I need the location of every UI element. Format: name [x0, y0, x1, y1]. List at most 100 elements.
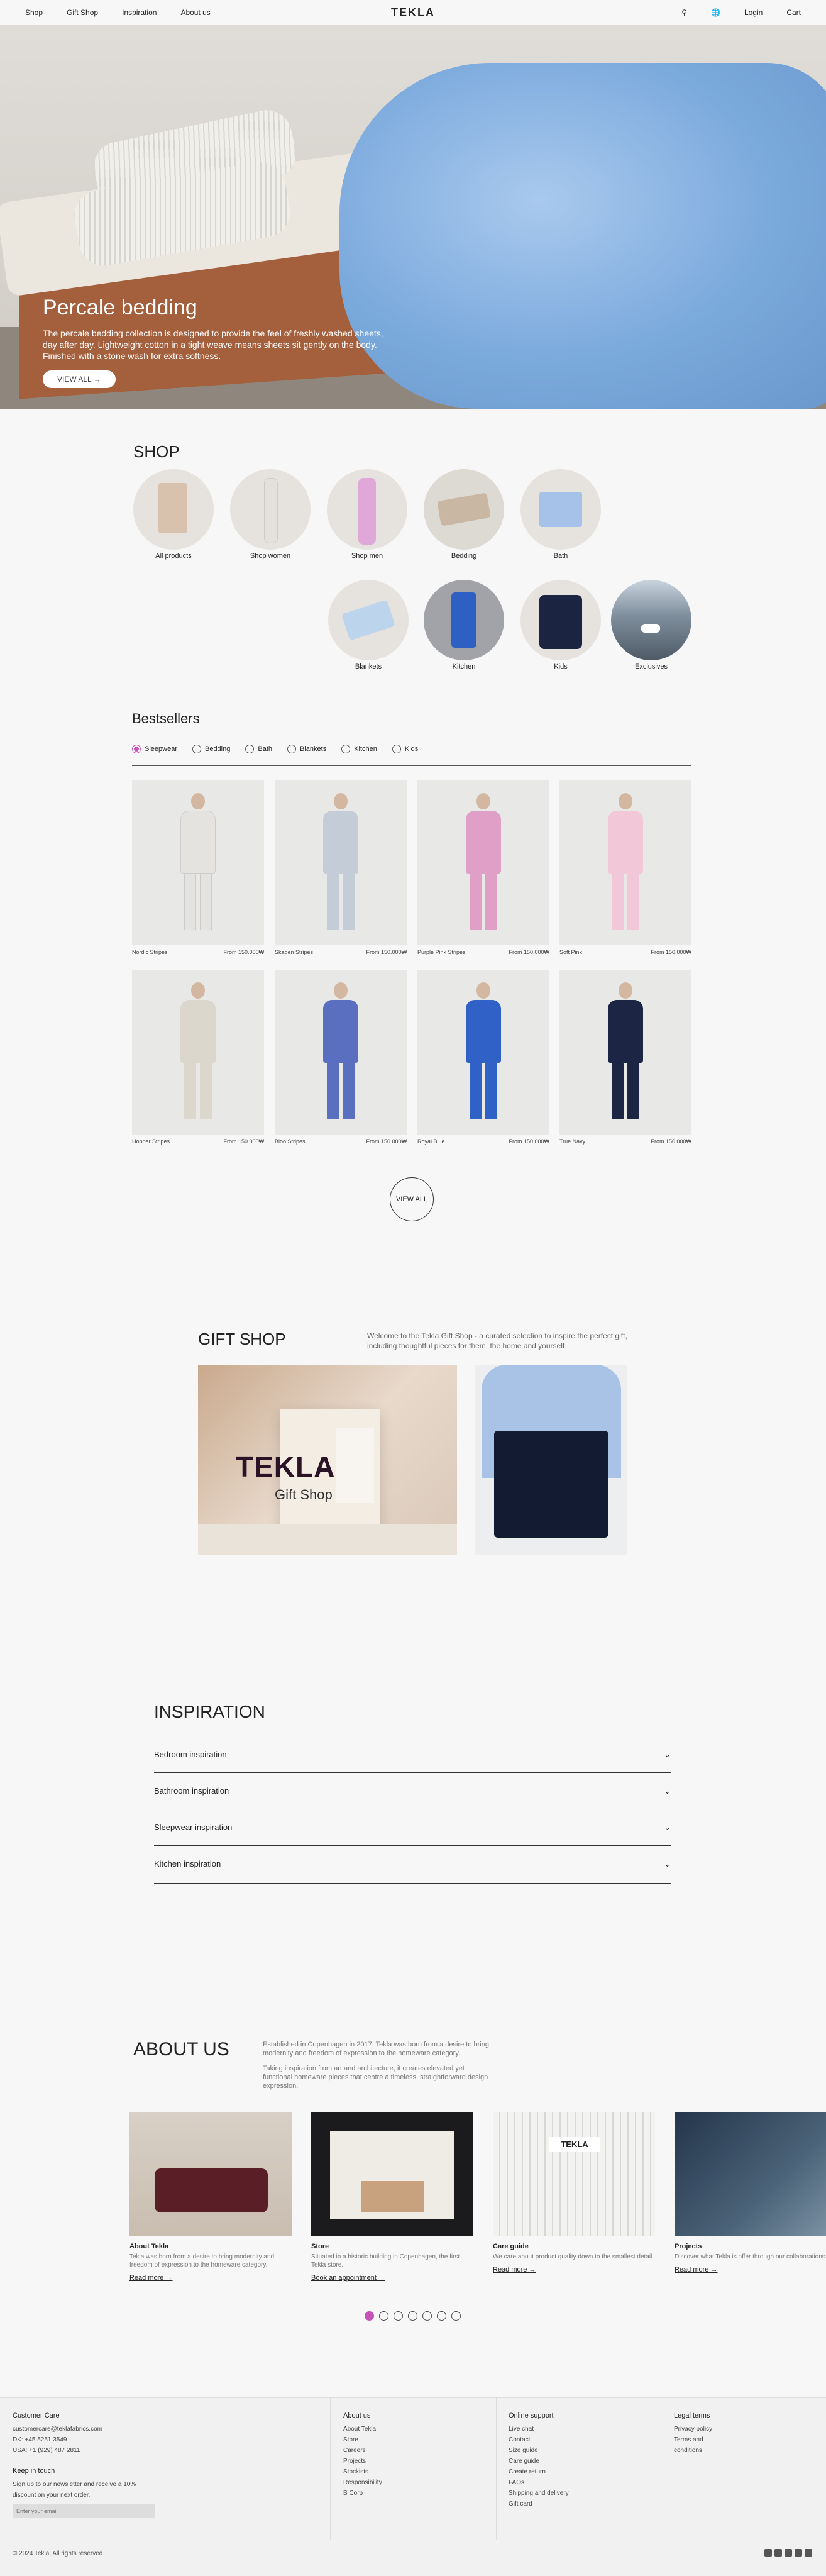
card-link[interactable]: Book an appointment →	[311, 2274, 385, 2282]
gift-sub-text: Gift Shop	[275, 1487, 333, 1502]
footer-link[interactable]: FAQs	[509, 2477, 569, 2488]
cart-link[interactable]: Cart	[786, 8, 801, 17]
accordion-bedroom[interactable]: Bedroom inspiration ⌄	[154, 1736, 671, 1772]
category-bath[interactable]: Bath	[519, 469, 602, 560]
category-all-products[interactable]: All products	[132, 469, 215, 560]
tab-blankets[interactable]: Blankets	[287, 745, 326, 753]
card-link[interactable]: Read more →	[675, 2266, 717, 2273]
footer-link[interactable]: Live chat	[509, 2424, 569, 2434]
site-header: Shop Gift Shop Inspiration About us TEKL…	[0, 0, 826, 25]
about-desc-paragraph: Established in Copenhagen in 2017, Tekla…	[263, 2041, 489, 2057]
globe-icon[interactable]: 🌐	[711, 8, 720, 17]
about-card[interactable]: About Tekla Tekla was born from a desire…	[129, 2112, 292, 2283]
category-shop-women[interactable]: Shop women	[229, 469, 312, 560]
gift-logo-text: TEKLA	[236, 1450, 336, 1483]
product-card[interactable]: Hopper Stripes From 150.000₩	[132, 970, 264, 1145]
globe-icon[interactable]	[805, 2549, 812, 2557]
newsletter-email-input[interactable]	[13, 2504, 155, 2518]
footer-link[interactable]: Store	[343, 2434, 382, 2445]
category-kitchen[interactable]: Kitchen	[422, 580, 505, 670]
footer-phone-usa[interactable]: USA: +1 (929) 487 2811	[13, 2445, 176, 2456]
footer-about: About us About Tekla Store Careers Proje…	[343, 2411, 382, 2499]
gift-shop-image[interactable]: TEKLA Gift Shop	[198, 1365, 457, 1555]
footer-email[interactable]: customercare@teklafabrics.com	[13, 2424, 176, 2434]
footer-link[interactable]: Responsibility	[343, 2477, 382, 2488]
category-bedding[interactable]: Bedding	[422, 469, 505, 560]
site-logo[interactable]: TEKLA	[391, 6, 435, 19]
product-card[interactable]: Royal Blue From 150.000₩	[417, 970, 549, 1145]
about-card[interactable]: Projects Discover what Tekla is offer th…	[675, 2112, 826, 2275]
product-card[interactable]: Soft Pink From 150.000₩	[559, 780, 691, 955]
card-link[interactable]: Read more →	[493, 2266, 536, 2273]
accordion-bathroom[interactable]: Bathroom inspiration ⌄	[154, 1772, 671, 1809]
carousel-dot[interactable]	[365, 2311, 374, 2321]
footer-heading: Customer Care	[13, 2412, 60, 2419]
carousel-dot[interactable]	[408, 2311, 417, 2321]
product-price: From 150.000₩	[223, 949, 264, 955]
category-exclusives[interactable]: Exclusives	[610, 580, 693, 670]
footer-link[interactable]: About Tekla	[343, 2424, 382, 2434]
product-card[interactable]: Purple Pink Stripes From 150.000₩	[417, 780, 549, 955]
product-card[interactable]: Nordic Stripes From 150.000₩	[132, 780, 264, 955]
footer-link[interactable]: Shipping and delivery	[509, 2488, 569, 2499]
pinterest-icon[interactable]	[774, 2549, 782, 2557]
nav-gift-shop[interactable]: Gift Shop	[67, 8, 98, 17]
accordion-label: Bedroom inspiration	[154, 1750, 227, 1759]
footer-link[interactable]: Gift card	[509, 2499, 569, 2509]
footer-link[interactable]: Terms and conditions	[674, 2434, 724, 2456]
footer-link[interactable]: Create return	[509, 2467, 569, 2477]
footer-link[interactable]: Stockists	[343, 2467, 382, 2477]
category-label: Kitchen	[452, 663, 476, 670]
tab-bedding[interactable]: Bedding	[192, 745, 230, 753]
product-name: True Navy	[559, 1138, 586, 1145]
inspiration-title: INSPIRATION	[154, 1702, 265, 1721]
tab-kitchen[interactable]: Kitchen	[341, 745, 377, 753]
category-shop-men[interactable]: Shop men	[326, 469, 409, 560]
product-card[interactable]: Skagen Stripes From 150.000₩	[275, 780, 407, 955]
footer-link[interactable]: B Corp	[343, 2488, 382, 2499]
gift-shop-title: GIFT SHOP	[198, 1330, 286, 1348]
footer-phone-dk[interactable]: DK: +45 5251 3549	[13, 2434, 176, 2445]
footer-link[interactable]: Size guide	[509, 2445, 569, 2456]
carousel-dot[interactable]	[451, 2311, 461, 2321]
category-blankets[interactable]: Blankets	[327, 580, 410, 670]
bestsellers-view-all-button[interactable]: VIEW ALL	[390, 1177, 434, 1221]
footer-link[interactable]: Careers	[343, 2445, 382, 2456]
accordion-sleepwear[interactable]: Sleepwear inspiration ⌄	[154, 1809, 671, 1845]
tab-bath[interactable]: Bath	[245, 745, 272, 753]
instagram-icon[interactable]	[764, 2549, 772, 2557]
linkedin-icon[interactable]	[795, 2549, 802, 2557]
accordion-kitchen[interactable]: Kitchen inspiration ⌄	[154, 1845, 671, 1882]
tab-kids[interactable]: Kids	[392, 745, 418, 753]
about-card[interactable]: TEKLA Care guide We care about product q…	[493, 2112, 655, 2275]
carousel-dot[interactable]	[422, 2311, 432, 2321]
carousel-dot[interactable]	[394, 2311, 403, 2321]
login-link[interactable]: Login	[744, 8, 763, 17]
nav-shop[interactable]: Shop	[25, 8, 43, 17]
carousel-dot[interactable]	[379, 2311, 388, 2321]
search-icon[interactable]: ⚲	[681, 8, 687, 17]
divider	[154, 1883, 671, 1884]
accordion-label: Bathroom inspiration	[154, 1786, 229, 1796]
footer-link[interactable]: Projects	[343, 2456, 382, 2467]
card-link[interactable]: Read more →	[129, 2274, 172, 2282]
footer-divider	[496, 2398, 497, 2540]
hero-duvet	[339, 63, 826, 409]
footer-link[interactable]: Privacy policy	[674, 2424, 724, 2434]
carousel-dot[interactable]	[437, 2311, 446, 2321]
footer-link[interactable]: Care guide	[509, 2456, 569, 2467]
card-text: Tekla was born from a desire to bring mo…	[129, 2253, 275, 2268]
hero-view-all-button[interactable]: VIEW ALL →	[43, 370, 116, 388]
product-price: From 150.000₩	[223, 1138, 264, 1145]
facebook-icon[interactable]	[785, 2549, 792, 2557]
product-card[interactable]: Bloo Stripes From 150.000₩	[275, 970, 407, 1145]
tab-sleepwear[interactable]: Sleepwear	[132, 745, 177, 753]
about-card[interactable]: Store Situated in a historic building in…	[311, 2112, 473, 2283]
footer-link[interactable]: Contact	[509, 2434, 569, 2445]
gift-shop-sleepwear-image[interactable]	[475, 1365, 627, 1555]
nav-about-us[interactable]: About us	[180, 8, 210, 17]
category-kids[interactable]: Kids	[519, 580, 602, 670]
product-card[interactable]: True Navy From 150.000₩	[559, 970, 691, 1145]
product-price: From 150.000₩	[509, 949, 549, 955]
nav-inspiration[interactable]: Inspiration	[122, 8, 157, 17]
